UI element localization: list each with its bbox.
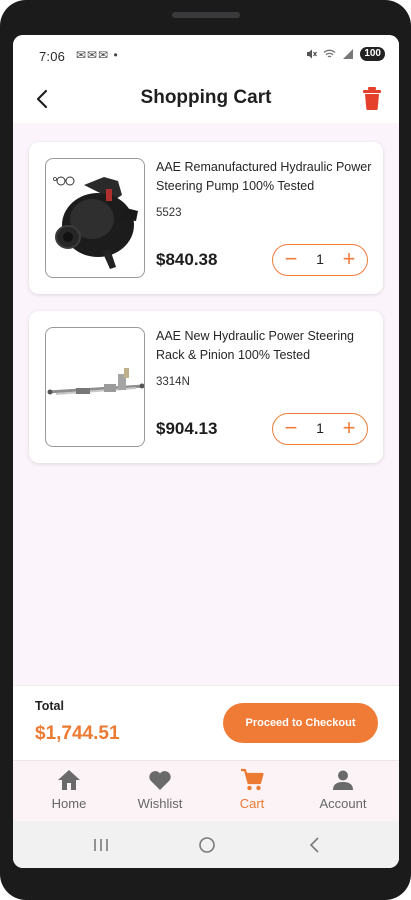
nav-item-cart[interactable]: Cart bbox=[207, 767, 297, 811]
app-screen: 7:06 ✉✉✉ • 100 Shopping Cart AAE Remanuf… bbox=[13, 35, 399, 868]
trash-icon[interactable] bbox=[361, 86, 383, 110]
system-back-icon[interactable] bbox=[303, 833, 327, 857]
quantity-value: 1 bbox=[316, 420, 324, 436]
cart-item: AAE Remanufactured Hydraulic Power Steer… bbox=[29, 142, 383, 294]
proceed-to-checkout-button[interactable]: Proceed to Checkout bbox=[223, 703, 378, 743]
decrease-quantity-button[interactable]: − bbox=[275, 414, 307, 443]
home-circle-icon[interactable] bbox=[195, 833, 219, 857]
battery-indicator: 100 bbox=[360, 47, 385, 61]
quantity-stepper: − 1 + bbox=[272, 413, 368, 445]
product-name[interactable]: AAE Remanufactured Hydraulic Power Steer… bbox=[156, 158, 374, 196]
power-steering-pump-image[interactable] bbox=[45, 158, 145, 278]
system-navigation-bar bbox=[13, 821, 399, 868]
product-name[interactable]: AAE New Hydraulic Power Steering Rack & … bbox=[156, 327, 374, 365]
wifi-icon bbox=[323, 49, 336, 58]
quantity-value: 1 bbox=[316, 251, 324, 267]
cart-icon bbox=[241, 768, 264, 791]
increase-quantity-button[interactable]: + bbox=[333, 414, 365, 443]
product-sku: 5523 bbox=[156, 207, 182, 219]
nav-label-cart: Cart bbox=[239, 796, 265, 811]
phone-frame: 7:06 ✉✉✉ • 100 Shopping Cart AAE Remanuf… bbox=[0, 0, 411, 900]
nav-label-account: Account bbox=[319, 796, 367, 811]
nav-label-home: Home bbox=[51, 796, 87, 811]
account-icon bbox=[333, 770, 353, 790]
status-time: 7:06 bbox=[39, 49, 66, 64]
speaker-grille bbox=[172, 12, 240, 18]
cart-item: AAE New Hydraulic Power Steering Rack & … bbox=[29, 311, 383, 463]
status-bar: 7:06 ✉✉✉ • 100 bbox=[13, 35, 399, 77]
checkout-bar: Total $1,744.51 Proceed to Checkout bbox=[13, 685, 399, 760]
home-icon bbox=[58, 770, 80, 790]
product-price: $904.13 bbox=[156, 419, 218, 438]
app-header: Shopping Cart bbox=[13, 77, 399, 123]
page-title: Shopping Cart bbox=[140, 87, 272, 108]
total-label: Total bbox=[35, 699, 64, 713]
nav-label-wishlist: Wishlist bbox=[137, 796, 183, 811]
signal-icon bbox=[343, 49, 354, 59]
increase-quantity-button[interactable]: + bbox=[333, 245, 365, 274]
product-sku: 3314N bbox=[156, 376, 190, 388]
mute-icon bbox=[307, 49, 318, 59]
decrease-quantity-button[interactable]: − bbox=[275, 245, 307, 274]
notification-icons: ✉✉✉ • bbox=[76, 48, 119, 62]
nav-item-home[interactable]: Home bbox=[24, 767, 114, 811]
pump-illustration bbox=[53, 176, 138, 269]
status-right-icons: 100 bbox=[305, 47, 385, 61]
bottom-nav: Home Wishlist Cart Account bbox=[13, 760, 399, 821]
steering-rack-image[interactable] bbox=[45, 327, 145, 447]
rack-illustration bbox=[47, 368, 144, 395]
nav-item-account[interactable]: Account bbox=[298, 767, 388, 811]
quantity-stepper: − 1 + bbox=[272, 244, 368, 276]
heart-icon bbox=[149, 771, 171, 790]
total-value: $1,744.51 bbox=[35, 723, 120, 744]
product-price: $840.38 bbox=[156, 250, 218, 269]
recents-icon[interactable] bbox=[89, 833, 113, 857]
nav-item-wishlist[interactable]: Wishlist bbox=[115, 767, 205, 811]
